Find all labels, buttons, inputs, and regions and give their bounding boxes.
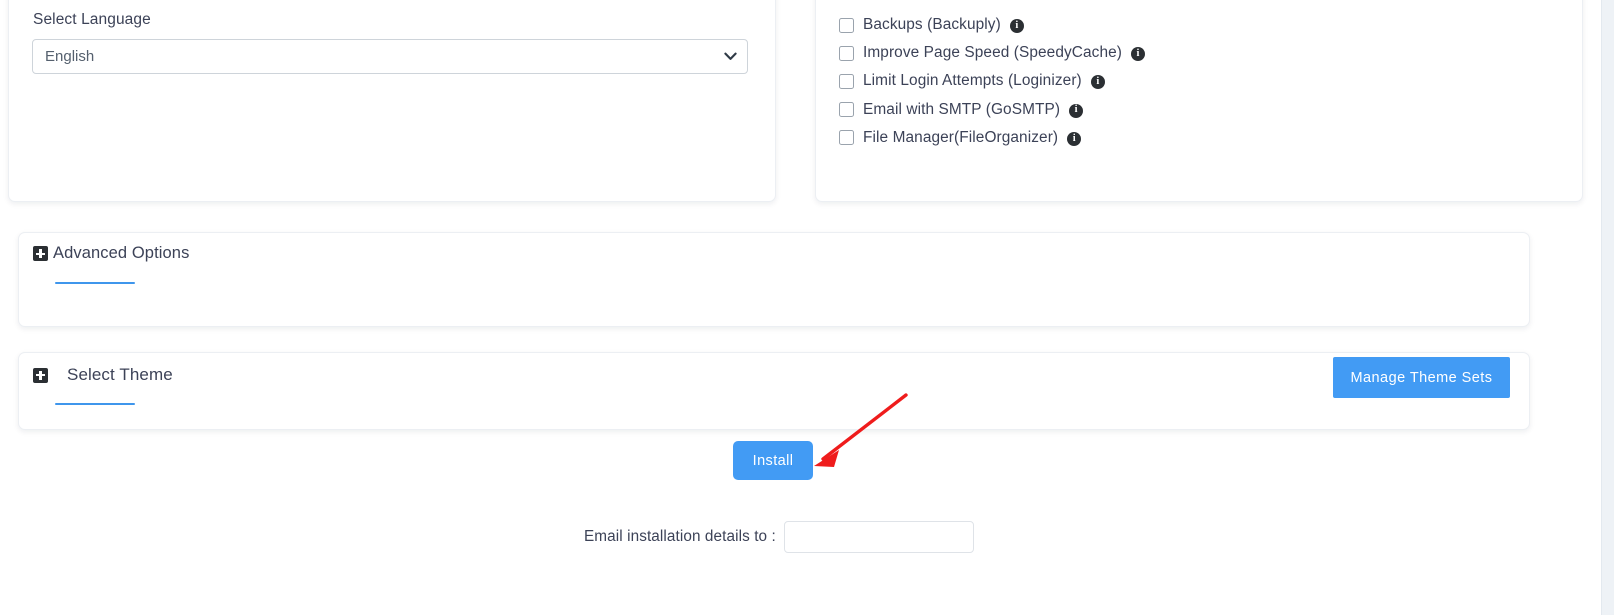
plus-square-icon[interactable] (33, 367, 48, 383)
list-item[interactable]: Backups (Backuply) i (839, 11, 1559, 39)
select-theme-toggle[interactable]: Select Theme (33, 365, 173, 385)
manage-theme-sets-button[interactable]: Manage Theme Sets (1333, 357, 1510, 398)
page-scrollbar-gutter[interactable] (1601, 0, 1614, 615)
email-details-label: Email installation details to : (584, 528, 776, 545)
list-item-label: Email with SMTP (GoSMTP) (863, 100, 1061, 118)
select-language-label: Select Language (33, 11, 151, 28)
feature-checkbox-list: Backups (Backuply) i Improve Page Speed … (839, 11, 1559, 152)
plus-square-icon[interactable] (33, 246, 48, 261)
info-icon[interactable]: i (1131, 47, 1146, 62)
select-theme-underline (55, 403, 135, 405)
checkbox-backups[interactable] (839, 17, 854, 33)
list-item[interactable]: Limit Login Attempts (Loginizer) i (839, 67, 1559, 95)
install-button[interactable]: Install (733, 441, 813, 480)
advanced-options-card: Advanced Options (18, 232, 1530, 327)
advanced-options-title: Advanced Options (53, 244, 190, 262)
advanced-options-underline (55, 282, 135, 284)
list-item-label: Limit Login Attempts (Loginizer) (863, 72, 1082, 90)
list-item-label: Improve Page Speed (SpeedyCache) (863, 44, 1123, 62)
email-details-row: Email installation details to : (0, 521, 1601, 553)
page-content: Select Language English Backups (Backupl… (0, 0, 1601, 615)
language-select-wrap: English (32, 38, 748, 74)
list-item[interactable]: Improve Page Speed (SpeedyCache) i (839, 39, 1559, 67)
info-icon[interactable]: i (1069, 103, 1084, 118)
info-icon[interactable]: i (1090, 75, 1105, 90)
checkbox-loginizer[interactable] (839, 73, 854, 89)
language-select[interactable]: English (32, 38, 748, 74)
select-theme-title: Select Theme (67, 365, 173, 384)
info-icon[interactable]: i (1067, 131, 1082, 146)
list-item-label: Backups (Backuply) (863, 16, 1001, 34)
email-details-input[interactable] (783, 521, 974, 553)
checkbox-fileorganizer[interactable] (839, 130, 854, 146)
top-panels-row: Select Language English Backups (Backupl… (0, 0, 1601, 204)
list-item[interactable]: Email with SMTP (GoSMTP) i (839, 96, 1559, 124)
list-item-label: File Manager(FileOrganizer) (863, 128, 1059, 146)
info-icon[interactable]: i (1009, 19, 1024, 34)
checkbox-speedycache[interactable] (839, 45, 854, 61)
features-card: Backups (Backuply) i Improve Page Speed … (815, 0, 1583, 202)
select-theme-card: Select Theme Manage Theme Sets (18, 352, 1530, 430)
language-card: Select Language English (8, 0, 776, 202)
list-item[interactable]: File Manager(FileOrganizer) i (839, 124, 1559, 152)
checkbox-gosmtp[interactable] (839, 102, 854, 118)
advanced-options-toggle[interactable]: Advanced Options (33, 244, 189, 263)
